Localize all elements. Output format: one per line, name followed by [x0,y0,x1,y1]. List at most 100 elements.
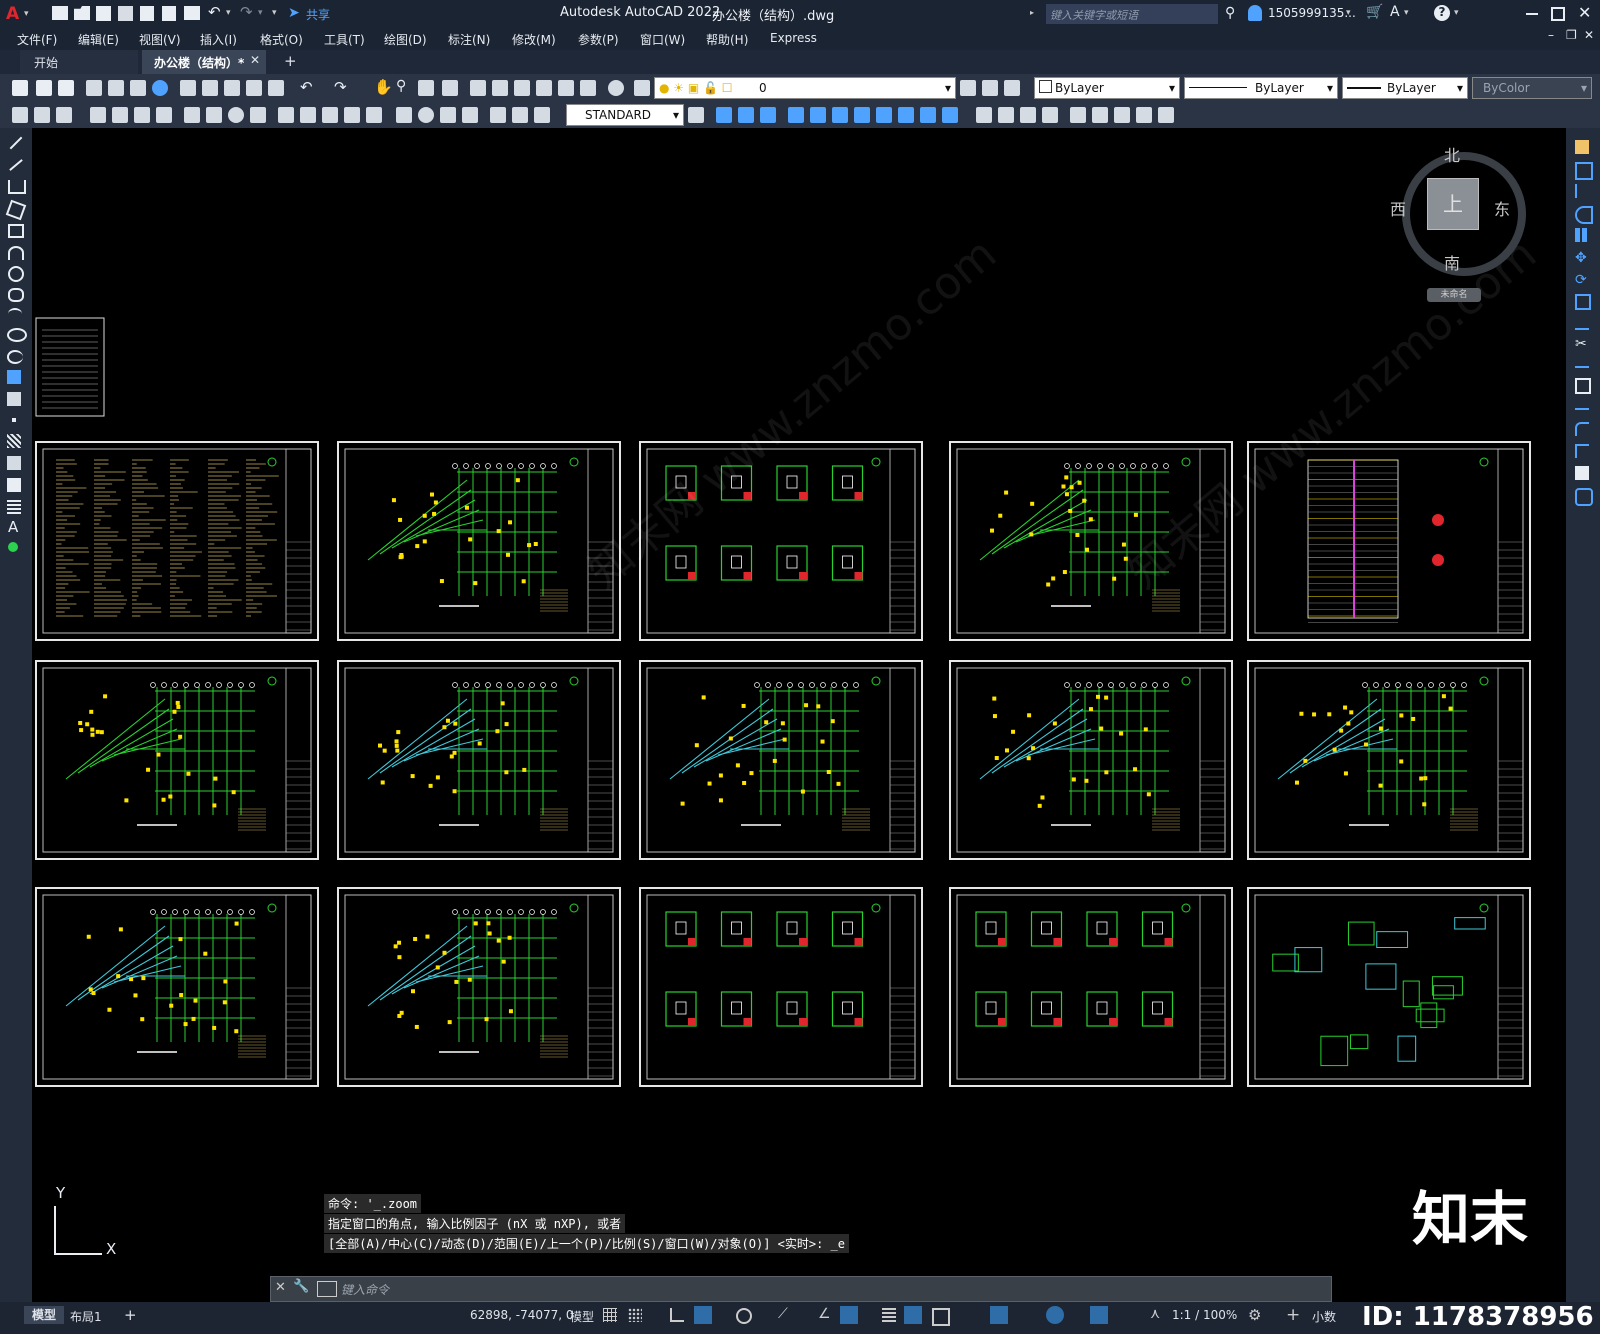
tab-close-icon[interactable]: ✕ [250,53,260,67]
ucs-icon[interactable] [1070,107,1086,123]
tool-palettes-icon[interactable] [514,80,530,96]
command-line[interactable]: ✕ 🔧 键入命令 [270,1276,1332,1302]
plotstyle-dropdown[interactable]: ByColor ▾ [1472,77,1592,99]
zoom-window-icon[interactable] [418,80,434,96]
layer-previous-icon[interactable] [982,80,998,96]
annotation-scale-icon[interactable]: ⋏ [1150,1306,1160,1322]
help-dropdown-icon[interactable]: ▾ [1454,8,1459,18]
new-tab-button[interactable]: + [284,52,297,70]
command-close-icon[interactable]: ✕ [275,1280,286,1295]
save-icon[interactable] [96,6,111,21]
annotation-monitor-icon[interactable]: + [1286,1305,1300,1325]
view-front-icon[interactable] [716,107,732,123]
open-icon[interactable] [36,80,52,96]
share-button[interactable]: 共享 [306,6,330,23]
view-ne-icon[interactable] [898,107,914,123]
match-properties-icon[interactable] [246,80,262,96]
dim-text-edit-icon[interactable] [512,107,528,123]
menu-help[interactable]: 帮助(H) [706,31,748,48]
publish-toolbar-icon[interactable] [130,80,146,96]
menu-insert[interactable]: 插入(I) [200,31,237,48]
menu-modify[interactable]: 修改(M) [512,31,556,48]
ucs-object-icon[interactable] [1158,107,1174,123]
layer-properties-icon[interactable] [634,80,650,96]
transparency-icon[interactable] [904,1306,922,1324]
annotation-scale-value[interactable]: 1:1 / 100% [1172,1308,1237,1322]
workspace-gear-icon[interactable]: ⚙ [1248,1306,1261,1324]
snap-icon[interactable] [628,1308,642,1322]
menu-tools[interactable]: 工具(T) [324,31,365,48]
minimize-icon[interactable] [1526,13,1538,15]
open-file-icon[interactable] [74,6,90,20]
model-space-toggle[interactable]: 模型 [570,1308,594,1325]
undo-toolbar-icon[interactable]: ↶ [300,78,313,96]
copy-object-icon[interactable] [1575,162,1593,180]
add-selected-icon[interactable] [8,542,18,552]
color-dropdown[interactable]: ByLayer ▾ [1034,77,1180,99]
gradient-icon[interactable] [7,456,21,470]
redo-dropdown-icon[interactable]: ▾ [258,8,263,18]
viewcube-north[interactable]: 北 [1444,142,1460,166]
recent-commands-icon[interactable] [317,1281,337,1297]
block-editor-icon[interactable] [268,80,284,96]
menu-window[interactable]: 窗口(W) [640,31,685,48]
polar-icon[interactable] [694,1306,712,1324]
dim-break-icon[interactable] [366,107,382,123]
user-dropdown-icon[interactable]: ▾ [1346,8,1351,18]
viewcube-east[interactable]: 东 [1494,196,1510,220]
search-icon[interactable]: ⚲ [1225,5,1235,21]
redo-icon[interactable]: ↷ [240,3,253,21]
dimstyle-dropdown[interactable]: STANDARD ▾ [566,104,684,126]
zoom-previous-icon[interactable] [442,80,458,96]
quick-dim-icon[interactable] [278,107,294,123]
offset-icon[interactable] [1575,206,1593,224]
annotation-visibility-icon[interactable] [1090,1306,1108,1324]
angular-dim-icon[interactable] [250,107,266,123]
paste-icon[interactable] [224,80,240,96]
object-snap-tracking-icon[interactable]: ⟋ [778,1306,788,1322]
move-icon[interactable]: ✥ [1575,250,1587,266]
cut-icon[interactable] [180,80,196,96]
aligned-dim-icon[interactable] [112,107,128,123]
revcloud-icon[interactable] [8,288,24,302]
command-customize-icon[interactable]: 🔧 [293,1279,309,1294]
sheet-set-icon[interactable] [536,80,552,96]
inspection-icon[interactable] [440,107,456,123]
help-icon[interactable]: ? [1434,5,1450,21]
center-mark-icon[interactable] [418,107,434,123]
customize-qat-icon[interactable]: ▾ [272,8,277,18]
scale-icon[interactable] [1575,294,1591,310]
coordinates-readout[interactable]: 62898, -74077, 0 [470,1308,574,1322]
explode-icon[interactable] [1575,466,1589,480]
rectangle-icon[interactable] [8,224,24,238]
app-dropdown-icon[interactable]: ▾ [1404,8,1409,18]
user-account[interactable]: 1505999135... [1268,6,1356,20]
tab-layout1[interactable]: 布局1 [70,1308,102,1325]
lineweight-dropdown[interactable]: ByLayer ▾ [1342,77,1468,99]
menu-file[interactable]: 文件(F) [17,31,57,48]
linetype-dropdown[interactable]: ByLayer ▾ [1184,77,1338,99]
add-layout-button[interactable]: + [124,1306,137,1324]
mirror-icon[interactable] [1575,184,1591,198]
fillet-icon[interactable] [1575,422,1589,436]
mtext-icon[interactable]: A [8,518,18,536]
dynamic-ucs-icon[interactable] [1046,1306,1064,1324]
dim-update-icon[interactable] [534,107,550,123]
viewcube-south[interactable]: 南 [1444,250,1460,274]
join-icon[interactable] [1575,408,1589,410]
make-current-icon[interactable] [960,80,976,96]
dim-edit-icon[interactable] [490,107,506,123]
tolerance-icon[interactable] [396,107,412,123]
plot-icon[interactable] [184,6,200,20]
polyline-icon[interactable] [8,180,26,194]
linear-dim-icon[interactable] [90,107,106,123]
app-menu-chevron-icon[interactable]: ▾ [24,9,29,19]
redo-toolbar-icon[interactable]: ↷ [334,78,347,96]
layer-state-icon[interactable] [1004,80,1020,96]
autocad-logo[interactable]: A [6,4,24,24]
selection-cycling-icon[interactable] [932,1308,950,1326]
view-sw-icon[interactable] [854,107,870,123]
user-icon[interactable] [1248,5,1262,21]
view-top-icon[interactable] [810,107,826,123]
ordinate-dim-icon[interactable] [156,107,172,123]
